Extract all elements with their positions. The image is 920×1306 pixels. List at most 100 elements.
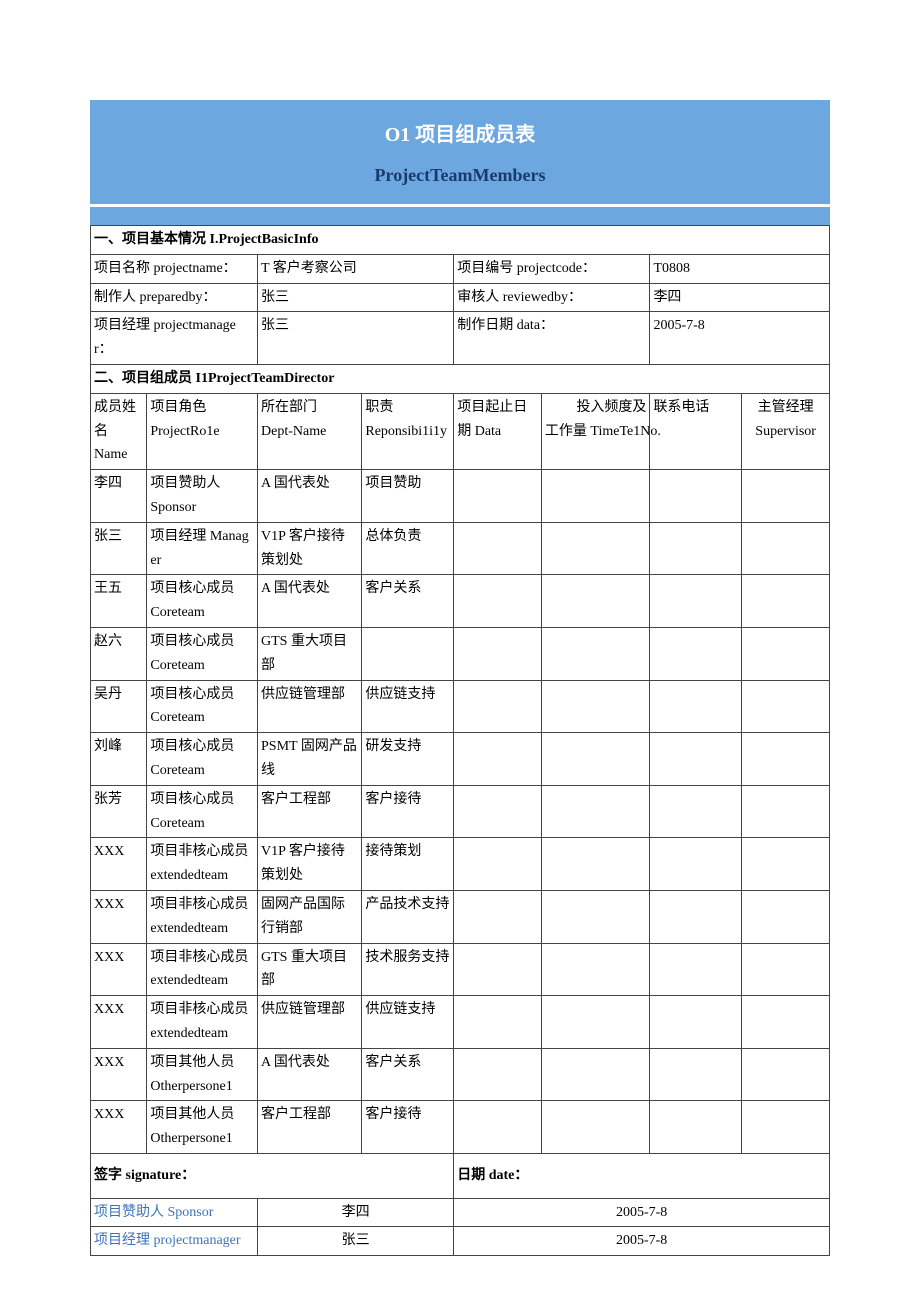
member-name: 张芳 xyxy=(91,785,147,838)
empty-cell xyxy=(454,522,542,575)
col-tel: 联系电话 xyxy=(650,393,742,469)
member-role: 项目非核心成员extendedteam xyxy=(147,996,258,1049)
member-resp: 研发支持 xyxy=(362,733,454,786)
member-dept: A 国代表处 xyxy=(258,470,362,523)
table-row: 刘峰项目核心成员CoreteamPSMT 固网产品线研发支持 xyxy=(91,733,830,786)
empty-cell xyxy=(541,522,650,575)
empty-cell xyxy=(454,627,542,680)
table-row: 吴丹项目核心成员Coreteam供应链管理部供应链支持 xyxy=(91,680,830,733)
member-role: 项目非核心成员extendedteam xyxy=(147,890,258,943)
col-sup-l2: Supervisor xyxy=(755,424,816,439)
col-role-l2: ProjectRo1e xyxy=(150,424,219,439)
table-row: 王五项目核心成员CoreteamA 国代表处客户关系 xyxy=(91,575,830,628)
section1-header: 一、项目基本情况 I.ProjectBasicInfo xyxy=(91,226,830,255)
col-resp-l2: Reponsibi1i1y xyxy=(365,424,447,439)
member-role: 项目非核心成员extendedteam xyxy=(147,943,258,996)
table-row: XXX项目非核心成员extendedteam固网产品国际行销部产品技术支持 xyxy=(91,890,830,943)
table-row: 张芳项目核心成员Coreteam客户工程部客户接待 xyxy=(91,785,830,838)
member-role: 项目经理 Manager xyxy=(147,522,258,575)
member-name: XXX xyxy=(91,1101,147,1154)
empty-cell xyxy=(454,996,542,1049)
empty-cell xyxy=(541,838,650,891)
member-dept: 供应链管理部 xyxy=(258,996,362,1049)
empty-cell xyxy=(650,996,742,1049)
table-row: XXX项目其他人员Otherpersone1A 国代表处客户关系 xyxy=(91,1048,830,1101)
member-resp: 技术服务支持 xyxy=(362,943,454,996)
signature-row: 签字 signature： 日期 date： xyxy=(91,1153,830,1198)
empty-cell xyxy=(742,838,830,891)
member-resp: 供应链支持 xyxy=(362,680,454,733)
member-role: 项目其他人员Otherpersone1 xyxy=(147,1048,258,1101)
col-date-l1: 项目起止日 xyxy=(457,400,527,415)
col-dept-l1: 所在部门 xyxy=(261,400,317,415)
member-name: XXX xyxy=(91,1048,147,1101)
sponsor-sign-name: 李四 xyxy=(258,1198,454,1227)
empty-cell xyxy=(742,470,830,523)
member-name: 刘峰 xyxy=(91,733,147,786)
member-role: 项目核心成员Coreteam xyxy=(147,785,258,838)
member-role: 项目核心成员Coreteam xyxy=(147,733,258,786)
reviewed-by-label: 审核人 reviewedby： xyxy=(454,283,650,312)
member-resp xyxy=(362,627,454,680)
col-dept: 所在部门 Dept-Name xyxy=(258,393,362,469)
empty-cell xyxy=(742,575,830,628)
section1-heading: 一、项目基本情况 I.ProjectBasicInfo xyxy=(91,226,830,255)
empty-cell xyxy=(541,943,650,996)
pm-sign-row: 项目经理 projectmanager 张三 2005-7-8 xyxy=(91,1227,830,1256)
empty-cell xyxy=(650,680,742,733)
col-date-l2: 期 Data xyxy=(457,424,501,439)
empty-cell xyxy=(454,733,542,786)
empty-cell xyxy=(650,575,742,628)
empty-cell xyxy=(454,943,542,996)
empty-cell xyxy=(541,627,650,680)
section2-header: 二、项目组成员 I1ProjectTeamDirector xyxy=(91,364,830,393)
empty-cell xyxy=(650,522,742,575)
empty-cell xyxy=(650,838,742,891)
project-name-value: T 客户考察公司 xyxy=(258,254,454,283)
empty-cell xyxy=(541,470,650,523)
reviewed-by-value: 李四 xyxy=(650,283,830,312)
member-resp: 接待策划 xyxy=(362,838,454,891)
section2-heading: 二、项目组成员 I1ProjectTeamDirector xyxy=(91,364,830,393)
member-resp: 客户接待 xyxy=(362,785,454,838)
data-label: 制作日期 data： xyxy=(454,312,650,365)
empty-cell xyxy=(742,890,830,943)
empty-cell xyxy=(454,575,542,628)
signature-date-label: 日期 date： xyxy=(454,1153,830,1198)
table-row: 李四项目赞助人SponsorA 国代表处项目赞助 xyxy=(91,470,830,523)
empty-cell xyxy=(650,890,742,943)
project-code-value: T0808 xyxy=(650,254,830,283)
data-value: 2005-7-8 xyxy=(650,312,830,365)
title-cn: O1 项目组成员表 xyxy=(90,118,830,147)
sponsor-sign-date: 2005-7-8 xyxy=(454,1198,830,1227)
header-strip xyxy=(90,207,830,225)
empty-cell xyxy=(454,1101,542,1154)
pm-value: 张三 xyxy=(258,312,454,365)
empty-cell xyxy=(742,627,830,680)
col-time-l1: 投入频度及 xyxy=(576,400,646,415)
members-body: 李四项目赞助人SponsorA 国代表处项目赞助张三项目经理 ManagerV1… xyxy=(91,470,830,1154)
empty-cell xyxy=(454,890,542,943)
pm-sign-name: 张三 xyxy=(258,1227,454,1256)
member-resp: 客户关系 xyxy=(362,575,454,628)
member-dept: V1P 客户接待策划处 xyxy=(258,838,362,891)
member-dept: 供应链管理部 xyxy=(258,680,362,733)
empty-cell xyxy=(742,522,830,575)
empty-cell xyxy=(541,575,650,628)
empty-cell xyxy=(541,890,650,943)
member-dept: PSMT 固网产品线 xyxy=(258,733,362,786)
project-name-label: 项目名称 projectname： xyxy=(91,254,258,283)
col-role-l1: 项目角色 xyxy=(150,400,206,415)
member-name: 吴丹 xyxy=(91,680,147,733)
member-role: 项目核心成员Coreteam xyxy=(147,680,258,733)
empty-cell xyxy=(454,1048,542,1101)
empty-cell xyxy=(541,996,650,1049)
empty-cell xyxy=(454,470,542,523)
col-name: 成员姓名 Name xyxy=(91,393,147,469)
col-role: 项目角色 ProjectRo1e xyxy=(147,393,258,469)
member-resp: 项目赞助 xyxy=(362,470,454,523)
col-date: 项目起止日 期 Data xyxy=(454,393,542,469)
member-name: 王五 xyxy=(91,575,147,628)
member-resp: 客户关系 xyxy=(362,1048,454,1101)
table-row: XXX项目其他人员Otherpersone1客户工程部客户接待 xyxy=(91,1101,830,1154)
